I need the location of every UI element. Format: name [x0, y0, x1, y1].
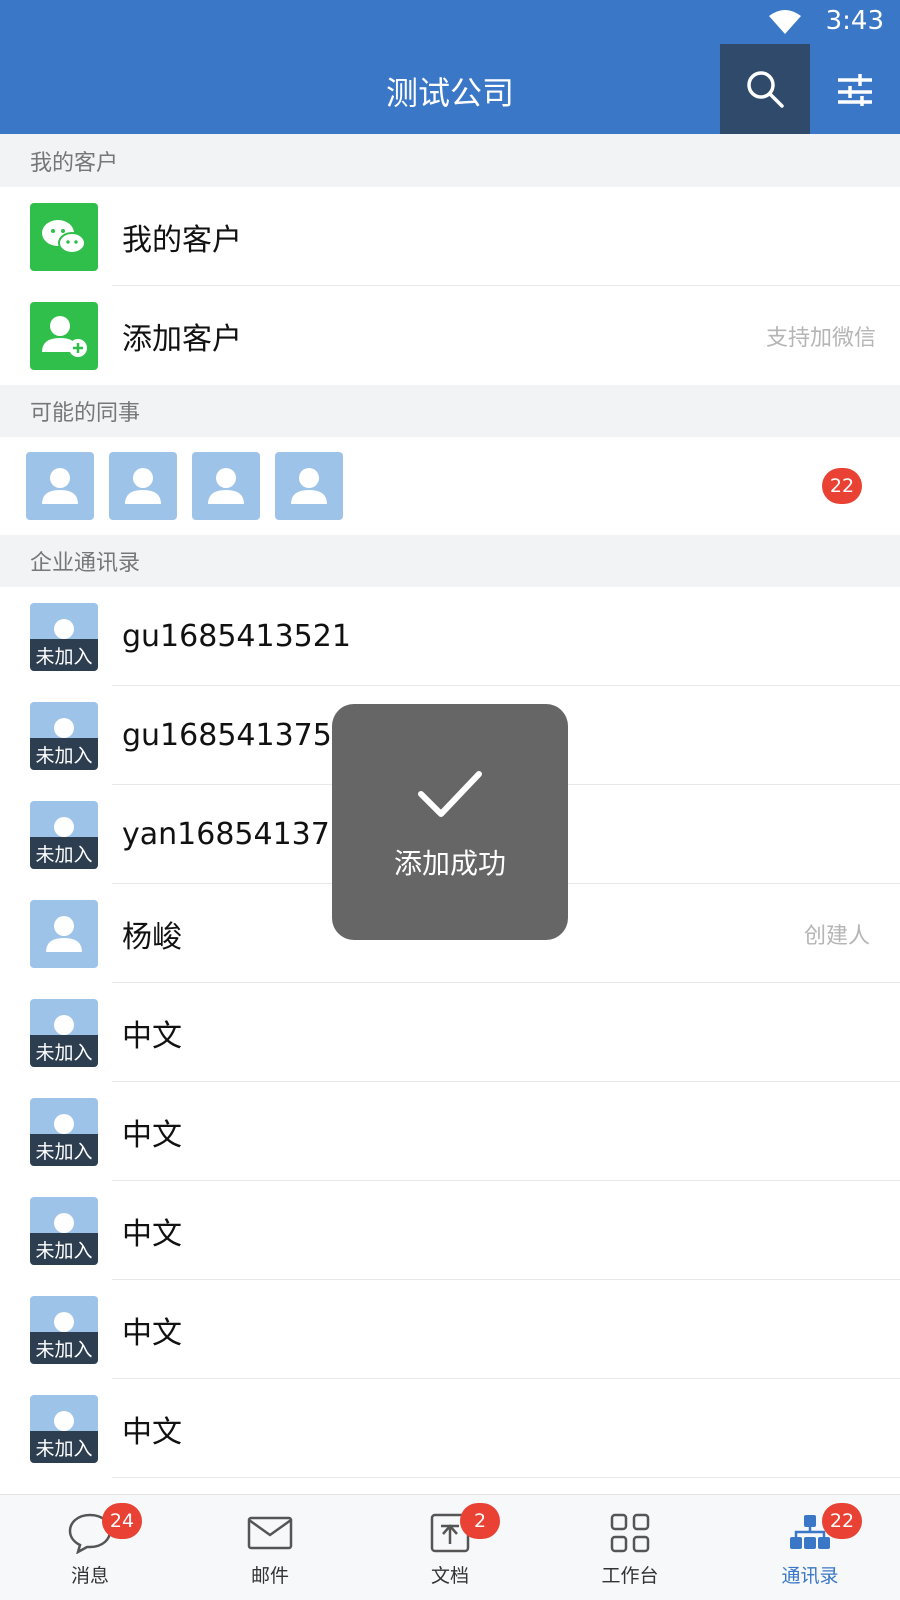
- not-joined-badge: 未加入: [30, 639, 98, 671]
- creator-tag: 创建人: [803, 923, 870, 949]
- not-joined-badge: 未加入: [30, 1431, 98, 1463]
- not-joined-badge: 未加入: [30, 837, 98, 869]
- status-time: 3:43: [825, 6, 884, 36]
- contact-name: 中文: [122, 1315, 182, 1351]
- my-customers-label: 我的客户: [122, 222, 242, 258]
- person-icon: [42, 468, 78, 504]
- contact-row[interactable]: 未加入 中文: [0, 1082, 900, 1181]
- contact-avatar: 未加入: [30, 1197, 98, 1265]
- checkmark-icon: [418, 771, 482, 817]
- colleague-avatar[interactable]: [192, 452, 260, 520]
- toast-text: 添加成功: [393, 847, 506, 880]
- contact-row[interactable]: 未加入 中文: [0, 983, 900, 1082]
- nav-label-contacts: 通讯录: [781, 1565, 839, 1587]
- divider: [112, 1477, 900, 1478]
- nav-item-messages[interactable]: 消息: [0, 1495, 180, 1600]
- contact-name: gu1685413521: [122, 619, 351, 654]
- app-bar: 测试公司: [0, 44, 900, 134]
- nav-label-mail: 邮件: [250, 1565, 289, 1587]
- nav-item-docs[interactable]: 文档: [360, 1495, 540, 1600]
- nav-label-workbench: 工作台: [601, 1565, 659, 1587]
- success-toast: 添加成功: [332, 704, 568, 940]
- contact-name: gu1685413752: [122, 718, 351, 753]
- bottom-nav: 消息 24 邮件 文档 2 工作台 通讯录 22: [0, 1494, 900, 1600]
- add-customer-row[interactable]: 添加客户 支持加微信: [0, 286, 900, 385]
- nav-label-docs: 文档: [430, 1565, 469, 1587]
- not-joined-badge: 未加入: [30, 1332, 98, 1364]
- not-joined-badge: 未加入: [30, 1134, 98, 1166]
- person-icon: [125, 468, 161, 504]
- contact-name: 中文: [122, 1117, 182, 1153]
- contact-avatar: 未加入: [30, 1395, 98, 1463]
- status-bar: 3:43: [0, 0, 900, 44]
- colleague-count-badge: 22: [822, 468, 862, 504]
- messages-badge: 24: [102, 1503, 142, 1539]
- filter-sliders-icon: [838, 74, 872, 106]
- contact-row[interactable]: 未加入 中文: [0, 1181, 900, 1280]
- section-header-my-customers: 我的客户: [0, 134, 900, 187]
- contact-avatar: 未加入: [30, 702, 98, 770]
- filter-button[interactable]: [810, 44, 900, 134]
- not-joined-badge: 未加入: [30, 1233, 98, 1265]
- contact-avatar: 未加入: [30, 999, 98, 1067]
- section-header-directory: 企业通讯录: [0, 535, 900, 587]
- add-customer-label: 添加客户: [122, 321, 242, 357]
- nav-item-mail[interactable]: 邮件: [180, 1495, 360, 1600]
- colleague-avatar[interactable]: [26, 452, 94, 520]
- not-joined-badge: 未加入: [30, 738, 98, 770]
- person-icon: [208, 468, 244, 504]
- mail-icon: [246, 1511, 294, 1555]
- grid-icon: [606, 1511, 654, 1555]
- contact-name: 中文: [122, 1018, 182, 1054]
- nav-item-workbench[interactable]: 工作台: [540, 1495, 720, 1600]
- contact-name: 中文: [122, 1414, 182, 1450]
- contact-avatar: 未加入: [30, 801, 98, 869]
- person-icon: [291, 468, 327, 504]
- not-joined-badge: 未加入: [30, 1035, 98, 1067]
- contact-row[interactable]: 未加入 中文: [0, 1379, 900, 1478]
- contact-name: 中文: [122, 1216, 182, 1252]
- section-header-possible-colleagues: 可能的同事: [0, 385, 900, 437]
- contact-avatar: [30, 900, 98, 968]
- docs-badge: 2: [460, 1503, 500, 1539]
- nav-item-contacts[interactable]: 通讯录: [720, 1495, 900, 1600]
- contact-row[interactable]: 未加入 中文: [0, 1280, 900, 1379]
- contacts-badge: 22: [822, 1503, 862, 1539]
- search-button[interactable]: [720, 44, 810, 134]
- contact-avatar: 未加入: [30, 1296, 98, 1364]
- contact-avatar: 未加入: [30, 603, 98, 671]
- contact-row[interactable]: 未加入 gu1685413521: [0, 587, 900, 686]
- my-customers-row[interactable]: 我的客户: [0, 187, 900, 286]
- wechat-icon: [30, 203, 98, 271]
- contact-name: 杨峻: [122, 919, 182, 955]
- wifi-icon: [769, 10, 801, 34]
- colleague-avatar[interactable]: [275, 452, 343, 520]
- colleague-avatar[interactable]: [109, 452, 177, 520]
- contact-avatar: 未加入: [30, 1098, 98, 1166]
- add-user-icon: [30, 302, 98, 370]
- search-icon: [747, 71, 784, 108]
- person-icon: [46, 916, 82, 952]
- add-customer-hint: 支持加微信: [765, 325, 876, 351]
- nav-label-messages: 消息: [70, 1565, 109, 1587]
